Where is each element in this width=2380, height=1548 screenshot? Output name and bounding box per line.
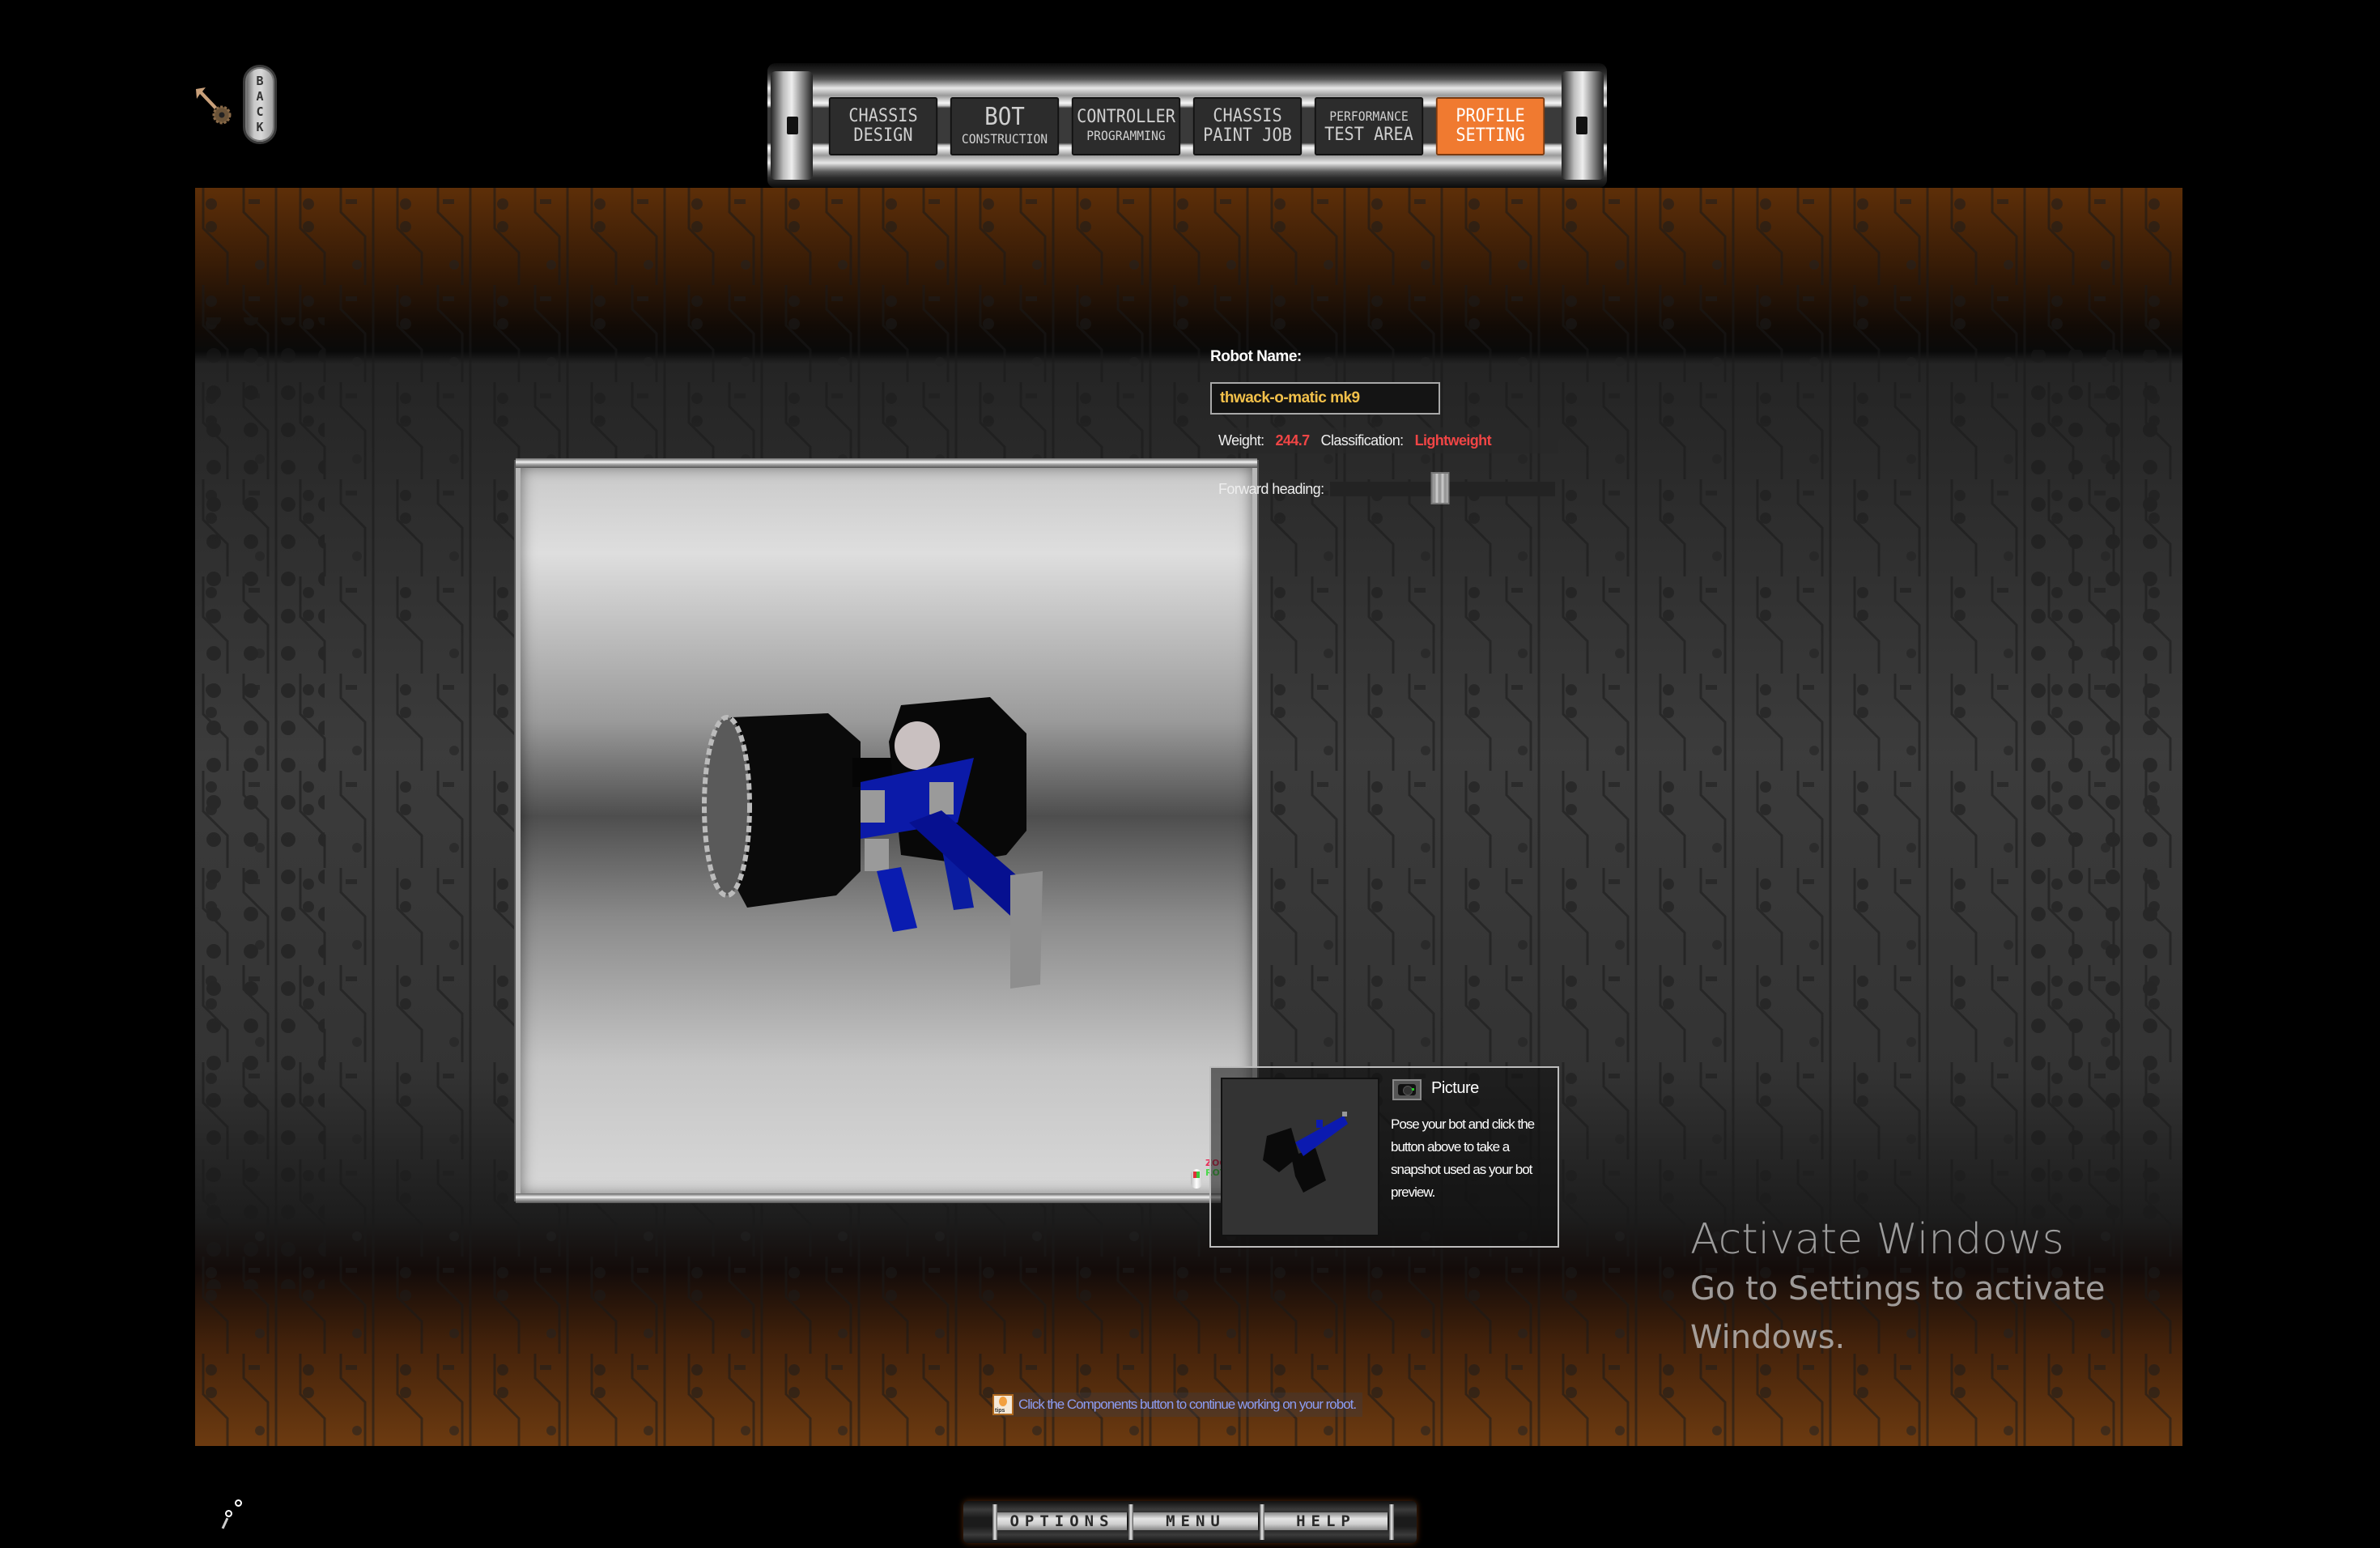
back-letter: B bbox=[256, 74, 264, 88]
tip-icon-text: tips bbox=[995, 1408, 1005, 1414]
bottom-nav-divider bbox=[1389, 1504, 1394, 1540]
robot-3d-viewport[interactable]: ZOOM ROTATE bbox=[516, 458, 1257, 1203]
tip-bar: tips Click the Components button to cont… bbox=[992, 1393, 1363, 1417]
tip-text: Click the Components button to continue … bbox=[1018, 1397, 1357, 1412]
indicator-circle bbox=[235, 1499, 242, 1507]
take-picture-button[interactable] bbox=[1392, 1079, 1422, 1100]
bottom-navigation: OPTIONS MENU HELP bbox=[963, 1501, 1417, 1543]
picture-description: Pose your bot and click the button above… bbox=[1391, 1116, 1535, 1200]
tab-performance-test-area[interactable]: PERFORMANCE TEST AREA bbox=[1314, 97, 1424, 155]
nav-frame-cap-left bbox=[771, 71, 813, 180]
help-button[interactable]: HELP bbox=[1264, 1512, 1388, 1530]
robot-weapon bbox=[1010, 871, 1043, 989]
loading-indicator-icon bbox=[217, 1499, 249, 1537]
weight-value: 244.7 bbox=[1275, 432, 1311, 449]
indicator-dash bbox=[221, 1517, 229, 1529]
robot-name-input[interactable] bbox=[1210, 382, 1440, 415]
tab-bot-construction[interactable]: BOT CONSTRUCTION bbox=[950, 97, 1060, 155]
tab-label-line2: TEST AREA bbox=[1324, 125, 1413, 145]
forward-heading-slider[interactable] bbox=[1330, 472, 1555, 504]
picture-title: Picture bbox=[1431, 1079, 1479, 1097]
back-control: B A C K bbox=[193, 58, 282, 144]
tab-label-line2: PROGRAMMING bbox=[1086, 128, 1166, 143]
nav-tab-list: CHASSIS DESIGN BOT CONSTRUCTION CONTROLL… bbox=[824, 97, 1549, 155]
tab-controller-programming[interactable]: CONTROLLER PROGRAMMING bbox=[1071, 97, 1181, 155]
snapshot-robot-image bbox=[1263, 1112, 1348, 1193]
watermark-title: Activate Windows bbox=[1690, 1215, 2064, 1264]
tab-label-line1: CONTROLLER bbox=[1077, 107, 1175, 127]
robot-stats: Weight: 244.7 Classification: Lightweigh… bbox=[1210, 427, 1558, 453]
classification-label: Classification: bbox=[1320, 432, 1405, 449]
forward-heading-control: Forward heading: bbox=[1210, 470, 1696, 508]
forward-heading-label: Forward heading: bbox=[1218, 480, 1324, 497]
bot-snapshot-preview bbox=[1221, 1078, 1379, 1236]
tab-label-line1: PERFORMANCE bbox=[1329, 108, 1409, 124]
gear-arrow-icon bbox=[196, 87, 232, 125]
mouse-icon bbox=[1191, 1169, 1202, 1189]
robot-name-label: Robot Name: bbox=[1210, 348, 1302, 365]
tab-label-line1: CHASSIS bbox=[1213, 106, 1282, 126]
picture-panel: Picture Pose your bot and click the butt… bbox=[1209, 1066, 1559, 1248]
activate-windows-watermark: Activate Windows Go to Settings to activ… bbox=[1690, 1214, 2127, 1362]
tab-label-line1: CHASSIS bbox=[848, 106, 918, 126]
back-letter: C bbox=[256, 104, 264, 119]
tab-label-line1: BOT bbox=[984, 103, 1025, 131]
options-button[interactable]: OPTIONS bbox=[997, 1512, 1127, 1530]
weight-label: Weight: bbox=[1218, 432, 1264, 449]
watermark-subtitle: Go to Settings to activate Windows. bbox=[1690, 1270, 2106, 1356]
tab-label-line2: SETTING bbox=[1456, 125, 1525, 146]
camera-icon bbox=[1398, 1084, 1416, 1095]
indicator-circle bbox=[225, 1510, 232, 1517]
back-button[interactable]: B A C K bbox=[243, 65, 277, 144]
robot-wheel-left bbox=[702, 713, 861, 908]
tab-profile-setting[interactable]: PROFILE SETTING bbox=[1435, 97, 1545, 155]
back-letter: A bbox=[256, 89, 264, 104]
tab-chassis-paint-job[interactable]: CHASSIS PAINT JOB bbox=[1192, 97, 1303, 155]
nav-frame-cap-right bbox=[1562, 71, 1604, 180]
tab-chassis-design[interactable]: CHASSIS DESIGN bbox=[828, 97, 938, 155]
menu-button[interactable]: MENU bbox=[1133, 1512, 1258, 1530]
tab-label-line1: PROFILE bbox=[1456, 106, 1525, 126]
classification-value: Lightweight bbox=[1414, 432, 1492, 449]
tab-label-line2: CONSTRUCTION bbox=[961, 131, 1048, 147]
robot-model bbox=[702, 697, 1043, 989]
back-letter: K bbox=[256, 120, 264, 134]
tab-label-line2: PAINT JOB bbox=[1203, 125, 1292, 146]
tips-lightbulb-icon: tips bbox=[992, 1394, 1014, 1415]
top-navigation: CHASSIS DESIGN BOT CONSTRUCTION CONTROLL… bbox=[767, 63, 1607, 188]
tab-label-line2: DESIGN bbox=[853, 125, 913, 146]
slider-thumb[interactable] bbox=[1430, 472, 1450, 504]
